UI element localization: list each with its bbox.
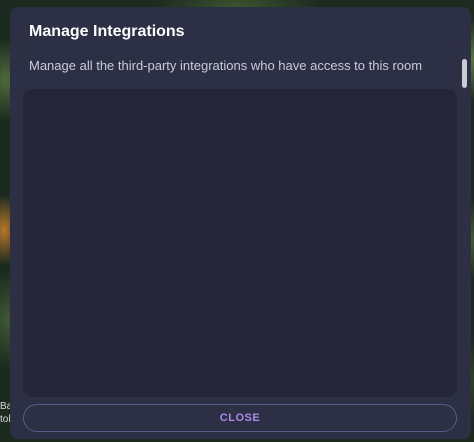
- scrollbar-thumb[interactable]: [462, 59, 467, 88]
- scrollbar[interactable]: [462, 55, 468, 395]
- close-button[interactable]: CLOSE: [23, 404, 457, 432]
- dialog-title: Manage Integrations: [29, 23, 185, 40]
- dialog-description: Manage all the third-party integrations …: [29, 58, 423, 73]
- integrations-list-panel[interactable]: [23, 89, 457, 397]
- manage-integrations-dialog: Manage Integrations Manage all the third…: [10, 7, 471, 439]
